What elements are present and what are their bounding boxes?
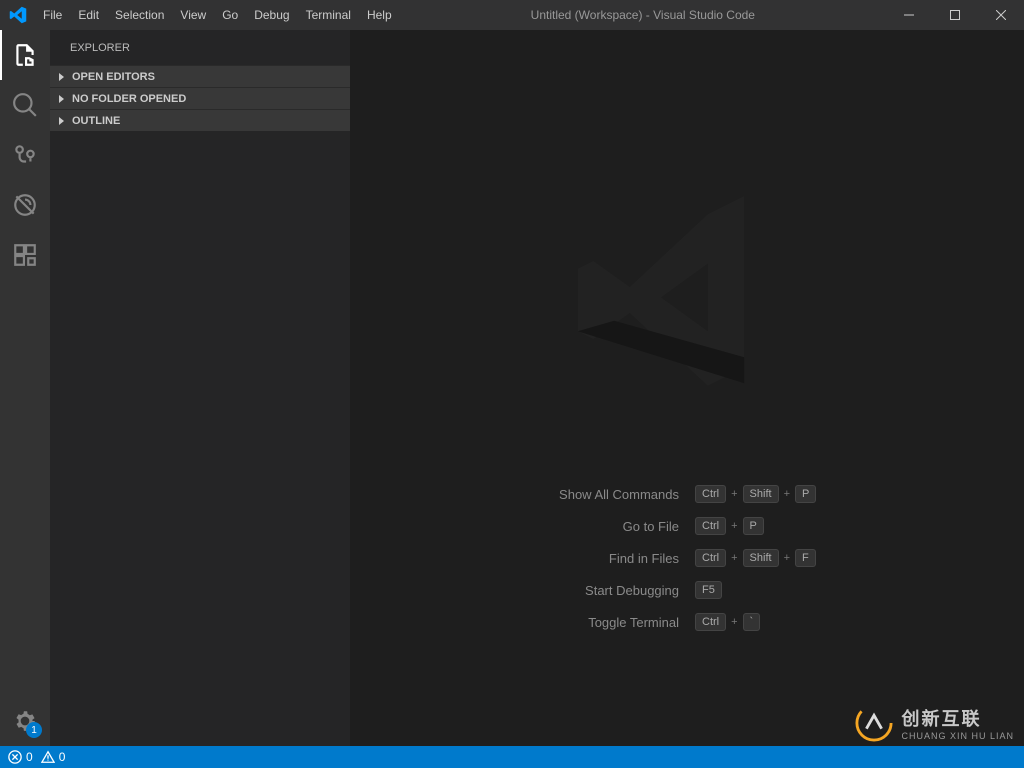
extensions-icon[interactable] <box>0 230 50 280</box>
menu-help[interactable]: Help <box>359 0 400 30</box>
minimize-button[interactable] <box>886 0 932 30</box>
sidebar-section-label: OUTLINE <box>72 115 120 127</box>
plus-icon: + <box>731 520 737 532</box>
sidebar-title: EXPLORER <box>50 30 350 65</box>
command-label: Go to File <box>350 519 679 534</box>
brand-subtext: CHUANG XIN HU LIAN <box>901 731 1014 741</box>
brand-text: 创新互联 <box>901 705 1014 731</box>
key: P <box>795 485 816 503</box>
vscode-logo-icon <box>0 6 35 24</box>
status-warnings[interactable]: 0 <box>41 750 66 764</box>
window-controls <box>886 0 1024 30</box>
maximize-button[interactable] <box>932 0 978 30</box>
sidebar-section-outline[interactable]: OUTLINE <box>50 109 350 131</box>
command-label: Show All Commands <box>350 487 679 502</box>
sidebar-section-open-editors[interactable]: OPEN EDITORS <box>50 65 350 87</box>
sidebar-section-label: OPEN EDITORS <box>72 71 155 83</box>
explorer-icon[interactable] <box>0 30 50 80</box>
key: Ctrl <box>695 485 726 503</box>
plus-icon: + <box>784 488 790 500</box>
brand-logo-icon <box>855 704 893 742</box>
chevron-right-icon <box>54 92 68 106</box>
command-label: Toggle Terminal <box>350 615 679 630</box>
sidebar-section-no-folder[interactable]: NO FOLDER OPENED <box>50 87 350 109</box>
key: Ctrl <box>695 517 726 535</box>
command-find-in-files: Find in Files Ctrl + Shift + F <box>350 549 1024 567</box>
chevron-right-icon <box>54 70 68 84</box>
settings-badge: 1 <box>26 722 42 738</box>
vscode-watermark-icon <box>557 170 817 435</box>
plus-icon: + <box>731 616 737 628</box>
command-show-all: Show All Commands Ctrl + Shift + P <box>350 485 1024 503</box>
title-bar: File Edit Selection View Go Debug Termin… <box>0 0 1024 30</box>
menu-file[interactable]: File <box>35 0 70 30</box>
key: Ctrl <box>695 549 726 567</box>
menu-edit[interactable]: Edit <box>70 0 107 30</box>
key: P <box>743 517 764 535</box>
search-icon[interactable] <box>0 80 50 130</box>
key: Ctrl <box>695 613 726 631</box>
command-label: Find in Files <box>350 551 679 566</box>
sidebar: EXPLORER OPEN EDITORS NO FOLDER OPENED O… <box>50 30 350 746</box>
window-title: Untitled (Workspace) - Visual Studio Cod… <box>400 8 886 22</box>
key: F5 <box>695 581 722 599</box>
plus-icon: + <box>731 488 737 500</box>
editor-area: Show All Commands Ctrl + Shift + P Go to… <box>350 30 1024 746</box>
plus-icon: + <box>731 552 737 564</box>
corner-brand: 创新互联 CHUANG XIN HU LIAN <box>855 704 1014 742</box>
key: ` <box>743 613 761 631</box>
menu-debug[interactable]: Debug <box>246 0 297 30</box>
status-bar: 0 0 <box>0 746 1024 768</box>
close-button[interactable] <box>978 0 1024 30</box>
error-count: 0 <box>26 750 33 764</box>
status-errors[interactable]: 0 <box>8 750 33 764</box>
command-toggle-terminal: Toggle Terminal Ctrl + ` <box>350 613 1024 631</box>
menu-go[interactable]: Go <box>214 0 246 30</box>
settings-icon[interactable]: 1 <box>0 696 50 746</box>
key: Shift <box>743 549 779 567</box>
welcome-commands: Show All Commands Ctrl + Shift + P Go to… <box>350 485 1024 631</box>
command-label: Start Debugging <box>350 583 679 598</box>
chevron-right-icon <box>54 114 68 128</box>
warning-count: 0 <box>59 750 66 764</box>
command-go-to-file: Go to File Ctrl + P <box>350 517 1024 535</box>
key: F <box>795 549 816 567</box>
key: Shift <box>743 485 779 503</box>
menu-terminal[interactable]: Terminal <box>298 0 359 30</box>
activity-bar: 1 <box>0 30 50 746</box>
menu-selection[interactable]: Selection <box>107 0 172 30</box>
plus-icon: + <box>784 552 790 564</box>
sidebar-section-label: NO FOLDER OPENED <box>72 93 186 105</box>
menu-view[interactable]: View <box>172 0 214 30</box>
debug-icon[interactable] <box>0 180 50 230</box>
command-start-debugging: Start Debugging F5 <box>350 581 1024 599</box>
menu-bar: File Edit Selection View Go Debug Termin… <box>35 0 400 30</box>
source-control-icon[interactable] <box>0 130 50 180</box>
